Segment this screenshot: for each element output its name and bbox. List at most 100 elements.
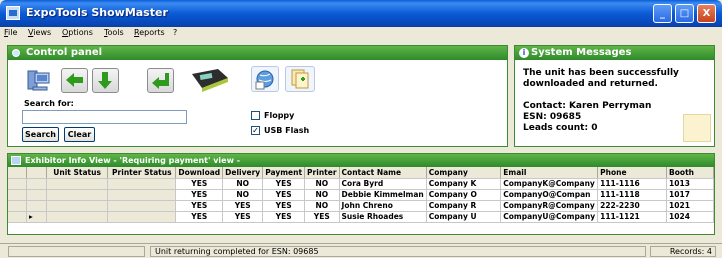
menu-views[interactable]: Views <box>28 28 51 37</box>
menu-options[interactable]: Options <box>62 28 93 37</box>
globe-icon[interactable] <box>251 66 279 92</box>
column-header-payment[interactable]: Payment <box>262 167 306 179</box>
cell-company: Company O <box>426 189 502 201</box>
cell-phone: 111-1118 <box>597 189 668 201</box>
table-row[interactable]: YES NO YES NO Debbie Kimmelman Company O… <box>8 189 714 201</box>
column-header-phone[interactable]: Phone <box>597 167 668 179</box>
row-marker <box>26 189 47 201</box>
cell-printer: YES <box>304 211 340 223</box>
control-panel: Control panel Search for: Search Clear F… <box>7 45 508 147</box>
cell-payment: YES <box>262 178 306 190</box>
message-line-2: downloaded and returned. <box>523 79 658 89</box>
cell-phone: 111-1116 <box>597 178 668 190</box>
cell-contact-name: John Chreno <box>339 200 427 212</box>
app-icon <box>6 6 20 20</box>
arrow-down-icon[interactable] <box>92 68 119 93</box>
cell-phone: 111-1121 <box>597 211 668 223</box>
cell-contact-name: Debbie Kimmelman <box>339 189 427 201</box>
system-messages-panel: i System Messages The unit has been succ… <box>514 45 715 147</box>
status-progress-panel <box>8 246 145 257</box>
window-title: ExpoTools ShowMaster <box>26 6 168 19</box>
cell-download: YES <box>175 200 224 212</box>
usb-checkbox[interactable]: ✓ <box>251 126 260 135</box>
title-bar: ExpoTools ShowMaster _ □ X <box>0 0 722 27</box>
usb-label: USB Flash <box>264 126 310 135</box>
search-input[interactable] <box>22 110 187 124</box>
usb-option[interactable]: ✓ USB Flash <box>251 126 309 135</box>
grid-icon <box>11 156 21 165</box>
row-selector[interactable] <box>8 178 27 190</box>
return-arrow-icon[interactable] <box>147 68 174 93</box>
cell-delivery: NO <box>222 189 264 201</box>
current-row-marker-icon: ▸ <box>26 211 47 223</box>
cell-phone: 222-2230 <box>597 200 668 212</box>
exhibitor-view-title: Exhibitor Info View - 'Requiring payment… <box>25 156 241 165</box>
exhibitor-info-view: Exhibitor Info View - 'Requiring payment… <box>7 153 715 235</box>
panel-icon <box>12 49 20 57</box>
column-header-contact-name[interactable]: Contact Name <box>339 167 427 179</box>
select-column-header <box>26 167 47 179</box>
cell-printer: NO <box>304 189 340 201</box>
control-panel-header: Control panel <box>8 46 507 60</box>
column-header-unit-status[interactable]: Unit Status <box>46 167 109 179</box>
system-messages-header: i System Messages <box>515 46 714 60</box>
message-line-1: The unit has been successfully <box>523 68 679 78</box>
column-header-delivery[interactable]: Delivery <box>222 167 264 179</box>
cell-printer-status <box>107 211 177 223</box>
row-marker <box>26 200 47 212</box>
handheld-scanner-icon[interactable] <box>188 66 232 94</box>
menu-help[interactable]: ? <box>173 28 177 37</box>
column-header-booth[interactable]: Booth <box>666 167 714 179</box>
menu-reports[interactable]: Reports <box>134 28 165 37</box>
cell-download: YES <box>175 189 224 201</box>
system-messages-title: System Messages <box>531 47 632 58</box>
row-selector[interactable] <box>8 211 27 223</box>
records-count: Records: 4 <box>650 246 716 257</box>
floppy-label: Floppy <box>264 111 295 120</box>
cell-download: YES <box>175 211 224 223</box>
cell-delivery: NO <box>222 178 264 190</box>
column-header-download[interactable]: Download <box>175 167 224 179</box>
menu-file[interactable]: File <box>4 28 17 37</box>
cell-payment: YES <box>262 200 306 212</box>
esn-text: ESN: 09685 <box>523 112 582 122</box>
maximize-button[interactable]: □ <box>675 4 694 23</box>
menu-tools[interactable]: Tools <box>104 28 124 37</box>
info-icon: i <box>519 48 529 58</box>
cell-delivery: YES <box>222 211 264 223</box>
arrow-left-icon[interactable] <box>61 68 88 93</box>
cell-printer: NO <box>304 200 340 212</box>
table-row[interactable]: ▸ YES YES YES YES Susie Rhoades Company … <box>8 211 714 223</box>
copy-add-icon[interactable] <box>285 66 315 92</box>
row-marker <box>26 178 47 190</box>
cell-email: CompanyK@Company <box>500 178 599 190</box>
row-header-corner <box>8 167 27 179</box>
cell-printer: NO <box>304 178 340 190</box>
search-label: Search for: <box>24 99 74 108</box>
cell-email: CompanyR@Company <box>500 200 599 212</box>
table-row[interactable]: YES NO YES NO Cora Byrd Company K Compan… <box>8 178 714 190</box>
row-selector[interactable] <box>8 189 27 201</box>
leads-text: Leads count: 0 <box>523 123 598 133</box>
close-button[interactable]: X <box>697 4 716 23</box>
column-header-printer-status[interactable]: Printer Status <box>107 167 177 179</box>
row-selector[interactable] <box>8 200 27 212</box>
search-button[interactable]: Search <box>22 127 59 142</box>
floppy-option[interactable]: Floppy <box>251 111 294 120</box>
cell-download: YES <box>175 178 224 190</box>
cell-delivery: YES <box>222 200 264 212</box>
computer-icon[interactable] <box>26 68 53 93</box>
table-header-row: Unit Status Printer Status Download Deli… <box>8 167 714 179</box>
column-header-printer[interactable]: Printer <box>304 167 340 179</box>
cell-company: Company K <box>426 178 502 190</box>
column-header-email[interactable]: Email <box>500 167 599 179</box>
cell-company: Company R <box>426 200 502 212</box>
column-header-company[interactable]: Company <box>426 167 502 179</box>
cell-unit-status <box>46 178 109 190</box>
floppy-checkbox[interactable] <box>251 111 260 120</box>
minimize-button[interactable]: _ <box>653 4 672 23</box>
exhibitor-view-header: Exhibitor Info View - 'Requiring payment… <box>8 154 714 167</box>
table-row[interactable]: YES YES YES NO John Chreno Company R Com… <box>8 200 714 212</box>
clear-button[interactable]: Clear <box>64 127 95 142</box>
cell-unit-status <box>46 211 109 223</box>
